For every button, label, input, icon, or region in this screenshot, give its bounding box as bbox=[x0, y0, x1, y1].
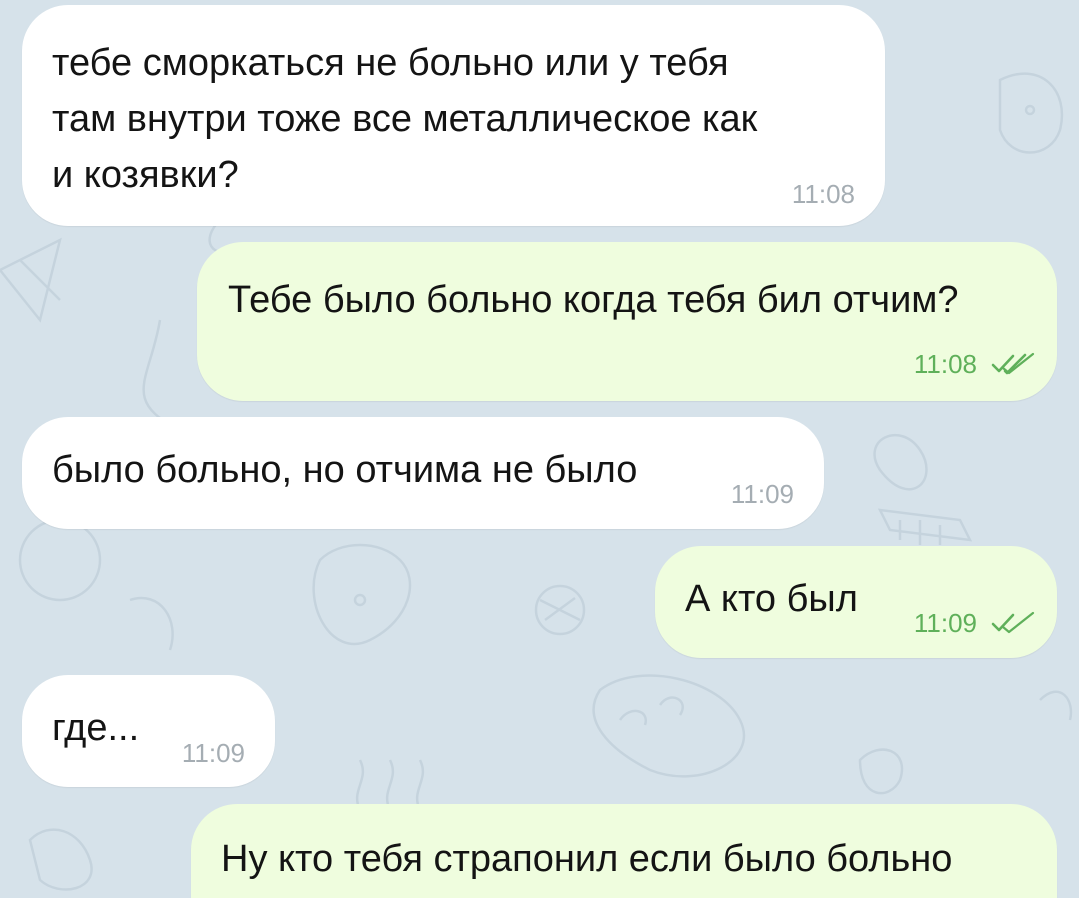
message-meta: 11:08 bbox=[792, 179, 855, 209]
message-text: где... bbox=[52, 707, 140, 749]
message-meta: 11:09 bbox=[914, 608, 1035, 638]
message-meta: 11:09 bbox=[731, 479, 794, 509]
message-bubble-outgoing[interactable]: А кто был 11:09 bbox=[655, 546, 1057, 658]
message-time: 11:09 bbox=[181, 738, 245, 768]
message-time: 11:09 bbox=[913, 608, 977, 638]
message-bubble-incoming[interactable]: тебе сморкаться не больно или у тебя там… bbox=[22, 5, 885, 226]
message-text: было больно, но отчима не было bbox=[52, 449, 638, 491]
double-check-icon bbox=[991, 611, 1035, 634]
message-time: 11:08 bbox=[791, 179, 855, 209]
message-text: тебе сморкаться не больно или у тебя там… bbox=[52, 42, 758, 196]
message-time: 11:08 bbox=[913, 349, 977, 379]
message-text: Тебе было больно когда тебя бил отчим? bbox=[228, 279, 959, 321]
message-bubble-outgoing[interactable]: Тебе было больно когда тебя бил отчим? 1… bbox=[197, 242, 1057, 401]
message-text: Ну кто тебя страпонил если было больно bbox=[221, 838, 953, 880]
message-meta: 11:08 bbox=[914, 349, 1035, 379]
message-text: А кто был bbox=[685, 578, 858, 620]
message-bubble-outgoing[interactable]: Ну кто тебя страпонил если было больно bbox=[191, 804, 1057, 898]
double-check-icon bbox=[991, 352, 1035, 375]
message-meta: 11:09 bbox=[182, 738, 245, 768]
message-bubble-incoming[interactable]: было больно, но отчима не было 11:09 bbox=[22, 417, 824, 529]
message-time: 11:09 bbox=[730, 479, 794, 509]
message-bubble-incoming[interactable]: где... 11:09 bbox=[22, 675, 275, 787]
